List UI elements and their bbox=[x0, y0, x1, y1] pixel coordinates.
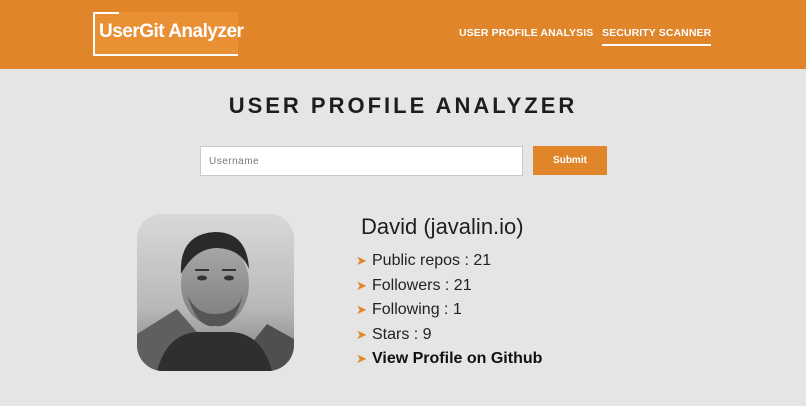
stat-followers: Followers : 21 bbox=[372, 276, 472, 294]
stat-following: Following : 1 bbox=[372, 301, 462, 319]
nav-user-profile-analysis[interactable]: USER PROFILE ANALYSIS bbox=[459, 27, 593, 39]
page-title: USER PROFILE ANALYZER bbox=[228, 93, 578, 118]
top-header: UserGit Analyzer USER PROFILE ANALYSIS S… bbox=[0, 0, 806, 69]
nav-security-scanner[interactable]: SECURITY SCANNER bbox=[602, 27, 712, 46]
app-logo[interactable]: UserGit Analyzer bbox=[93, 12, 244, 56]
list-item-stars: ➤ Stars : 9 bbox=[356, 323, 542, 348]
list-item-public-repos: ➤ Public repos : 21 bbox=[356, 249, 542, 274]
profile-name: David (javalin.io) bbox=[361, 214, 524, 239]
username-input[interactable] bbox=[200, 146, 523, 176]
user-avatar-photo bbox=[137, 214, 294, 371]
logo-frame-bottom bbox=[93, 42, 238, 56]
arrow-right-icon: ➤ bbox=[356, 326, 367, 342]
arrow-right-icon: ➤ bbox=[356, 302, 367, 318]
stat-stars: Stars : 9 bbox=[372, 325, 432, 343]
arrow-right-icon: ➤ bbox=[356, 351, 367, 367]
avatar bbox=[137, 214, 294, 371]
logo-text: UserGit Analyzer bbox=[99, 21, 244, 42]
view-profile-github-link[interactable]: View Profile on Github bbox=[372, 350, 542, 368]
submit-button[interactable]: Submit bbox=[533, 146, 607, 175]
stat-public-repos: Public repos : 21 bbox=[372, 252, 492, 270]
profile-stats-list: ➤ Public repos : 21 ➤ Followers : 21 ➤ F… bbox=[356, 249, 542, 372]
list-item-following: ➤ Following : 1 bbox=[356, 298, 542, 323]
list-item-github-link[interactable]: ➤ View Profile on Github bbox=[356, 347, 542, 372]
list-item-followers: ➤ Followers : 21 bbox=[356, 274, 542, 299]
arrow-right-icon: ➤ bbox=[356, 277, 367, 293]
arrow-right-icon: ➤ bbox=[356, 253, 367, 269]
